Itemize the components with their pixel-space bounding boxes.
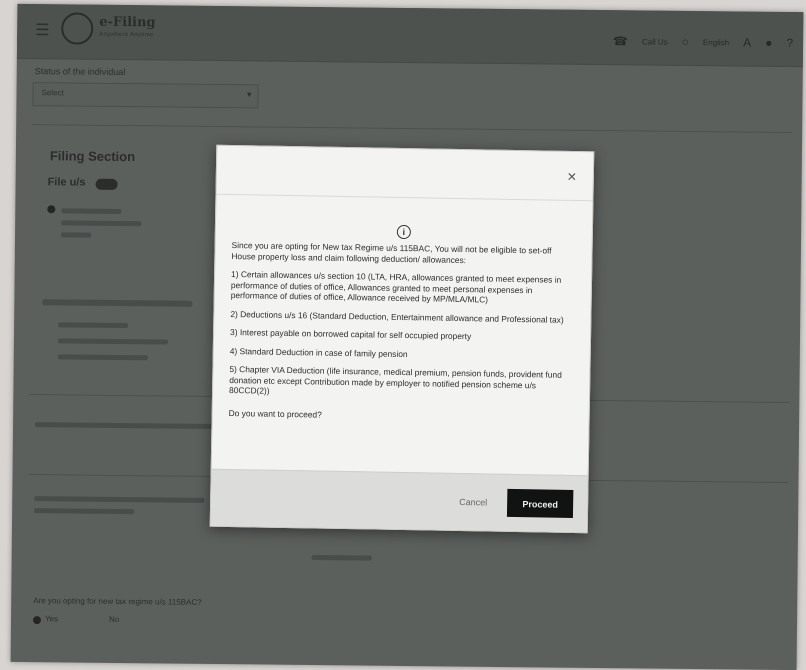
radio-no-label: No <box>108 614 120 625</box>
new-tax-regime-dialog: ✕ i Since you are opting for New tax Reg… <box>209 144 595 534</box>
dialog-footer: Cancel Proceed <box>210 468 588 533</box>
status-label: Status of the individual <box>34 66 126 78</box>
radio-yes[interactable] <box>32 616 42 625</box>
text-size-icon[interactable]: A <box>743 36 751 50</box>
language-select[interactable]: English <box>703 38 729 47</box>
dialog-header: ✕ <box>216 145 594 202</box>
header-actions: ☎ Call Us ○ English A ● ? <box>613 34 793 50</box>
site-logo: e-Filing <box>99 14 156 31</box>
new-regime-question: Are you opting for new tax regime u/s 11… <box>33 596 202 607</box>
dialog-body: Since you are opting for New tax Regime … <box>228 240 577 432</box>
dialog-paragraph: 4) Standard Deduction in case of family … <box>229 345 408 359</box>
cancel-button[interactable]: Cancel <box>459 497 487 507</box>
close-icon[interactable]: ✕ <box>565 170 579 184</box>
help-icon[interactable]: ? <box>786 36 793 50</box>
call-us-link[interactable]: Call Us <box>642 37 668 46</box>
dialog-paragraph: Since you are opting for New tax Regime … <box>231 240 552 265</box>
dialog-paragraph: 5) Chapter VIA Deduction (life insurance… <box>228 363 562 396</box>
proceed-button[interactable]: Proceed <box>506 488 574 519</box>
user-icon[interactable]: ● <box>765 36 772 50</box>
status-select-value: Select <box>41 88 64 98</box>
radio-yes-label: Yes <box>44 614 59 624</box>
chevron-down-icon: ▾ <box>246 89 252 100</box>
dialog-question: Do you want to proceed? <box>228 407 322 420</box>
file-us-label: File u/s <box>47 176 86 189</box>
globe-icon: ○ <box>681 34 689 49</box>
menu-icon[interactable]: ☰ <box>35 20 50 40</box>
info-icon: i <box>396 224 411 240</box>
status-select[interactable]: Select ▾ <box>32 82 259 109</box>
dialog-paragraph: 2) Deductions u/s 16 (Standard Deduction… <box>230 308 564 325</box>
filing-section-title: Filing Section <box>49 148 136 165</box>
emblem-logo-icon <box>61 12 94 45</box>
filing-section-radio[interactable] <box>47 205 56 214</box>
file-us-toggle[interactable] <box>95 178 118 190</box>
top-navbar: ☰ e-Filing Anywhere Anytime ☎ Call Us ○ … <box>16 3 804 68</box>
site-logo-subtitle: Anywhere Anytime <box>99 31 154 39</box>
dialog-paragraph: 3) Interest payable on borrowed capital … <box>230 326 472 342</box>
dialog-paragraph: 1) Certain allowances u/s section 10 (LT… <box>230 269 562 305</box>
phone-icon: ☎ <box>612 34 628 49</box>
